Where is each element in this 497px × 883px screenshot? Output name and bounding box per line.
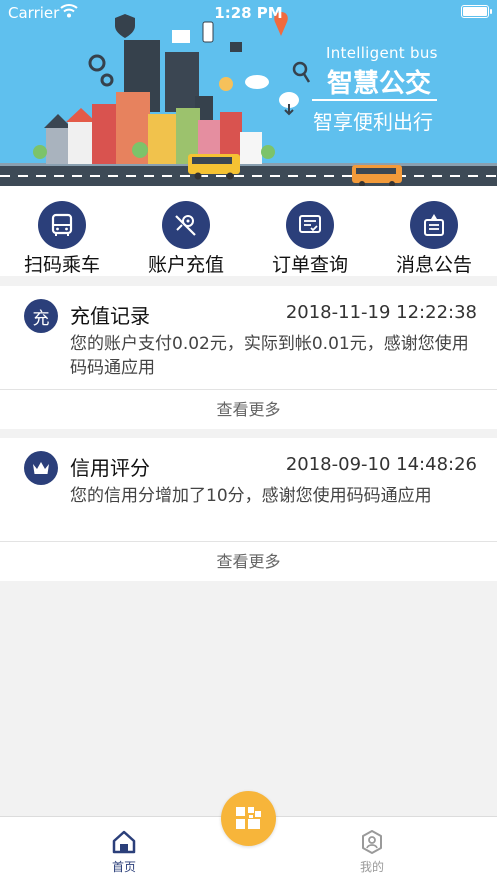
card-body: 您的信用分增加了10分，感谢您使用码码通应用 [70, 486, 432, 506]
card-body: 您的账户支付0.02元，实际到帐0.01元，感谢您使用码码通应用 [70, 334, 469, 378]
recharge-record-card: 充 充值记录 2018-11-19 12:22:38 您的账户支付0.02元，实… [0, 286, 497, 429]
banner-slogan: 智享便利出行 [313, 110, 433, 134]
tab-mine[interactable]: 我的 [322, 817, 422, 883]
scan-qr-button[interactable] [221, 791, 276, 846]
card-date: 2018-11-19 12:22:38 [285, 302, 477, 323]
tab-home-label: 首页 [111, 860, 136, 874]
card-date: 2018-09-10 14:48:26 [285, 454, 477, 475]
action-scan-ride[interactable]: 扫码乘车 [0, 186, 124, 276]
action-label: 账户充值 [147, 254, 224, 276]
battery-icon [461, 5, 492, 18]
crown-icon [24, 451, 58, 485]
qr-scan-icon [236, 807, 261, 829]
action-label: 消息公告 [395, 254, 472, 276]
action-label: 扫码乘车 [23, 254, 100, 276]
recharge-badge: 充 [24, 299, 58, 333]
tab-home[interactable]: 首页 [74, 817, 174, 883]
profile-icon [362, 830, 382, 854]
card-title: 信用评分 [70, 456, 150, 480]
status-time: 1:28 PM [214, 4, 283, 22]
quick-actions: 扫码乘车 账户充值 订单查询 消息公告 [0, 186, 497, 276]
status-bar: Carrier 1:28 PM [0, 0, 497, 26]
bus-icon [38, 201, 86, 249]
banner-title-en: Intelligent bus [326, 44, 438, 62]
tab-mine-label: 我的 [359, 860, 384, 874]
banner: Carrier 1:28 PM Intelligent bus 智慧公交 智享便… [0, 0, 497, 186]
view-more-button[interactable]: 查看更多 [0, 389, 497, 429]
action-orders[interactable]: 订单查询 [248, 186, 372, 276]
action-notices[interactable]: 消息公告 [372, 186, 496, 276]
notice-icon [410, 201, 458, 249]
wallet-icon [162, 201, 210, 249]
view-more-button[interactable]: 查看更多 [0, 541, 497, 581]
action-label: 订单查询 [271, 254, 348, 276]
card-title: 充值记录 [70, 304, 150, 328]
banner-title-cn: 智慧公交 [327, 69, 432, 99]
home-icon [112, 830, 136, 854]
order-icon [286, 201, 334, 249]
credit-score-card: 信用评分 2018-09-10 14:48:26 您的信用分增加了10分，感谢您… [0, 438, 497, 581]
action-recharge[interactable]: 账户充值 [124, 186, 248, 276]
banner-divider [312, 99, 437, 101]
